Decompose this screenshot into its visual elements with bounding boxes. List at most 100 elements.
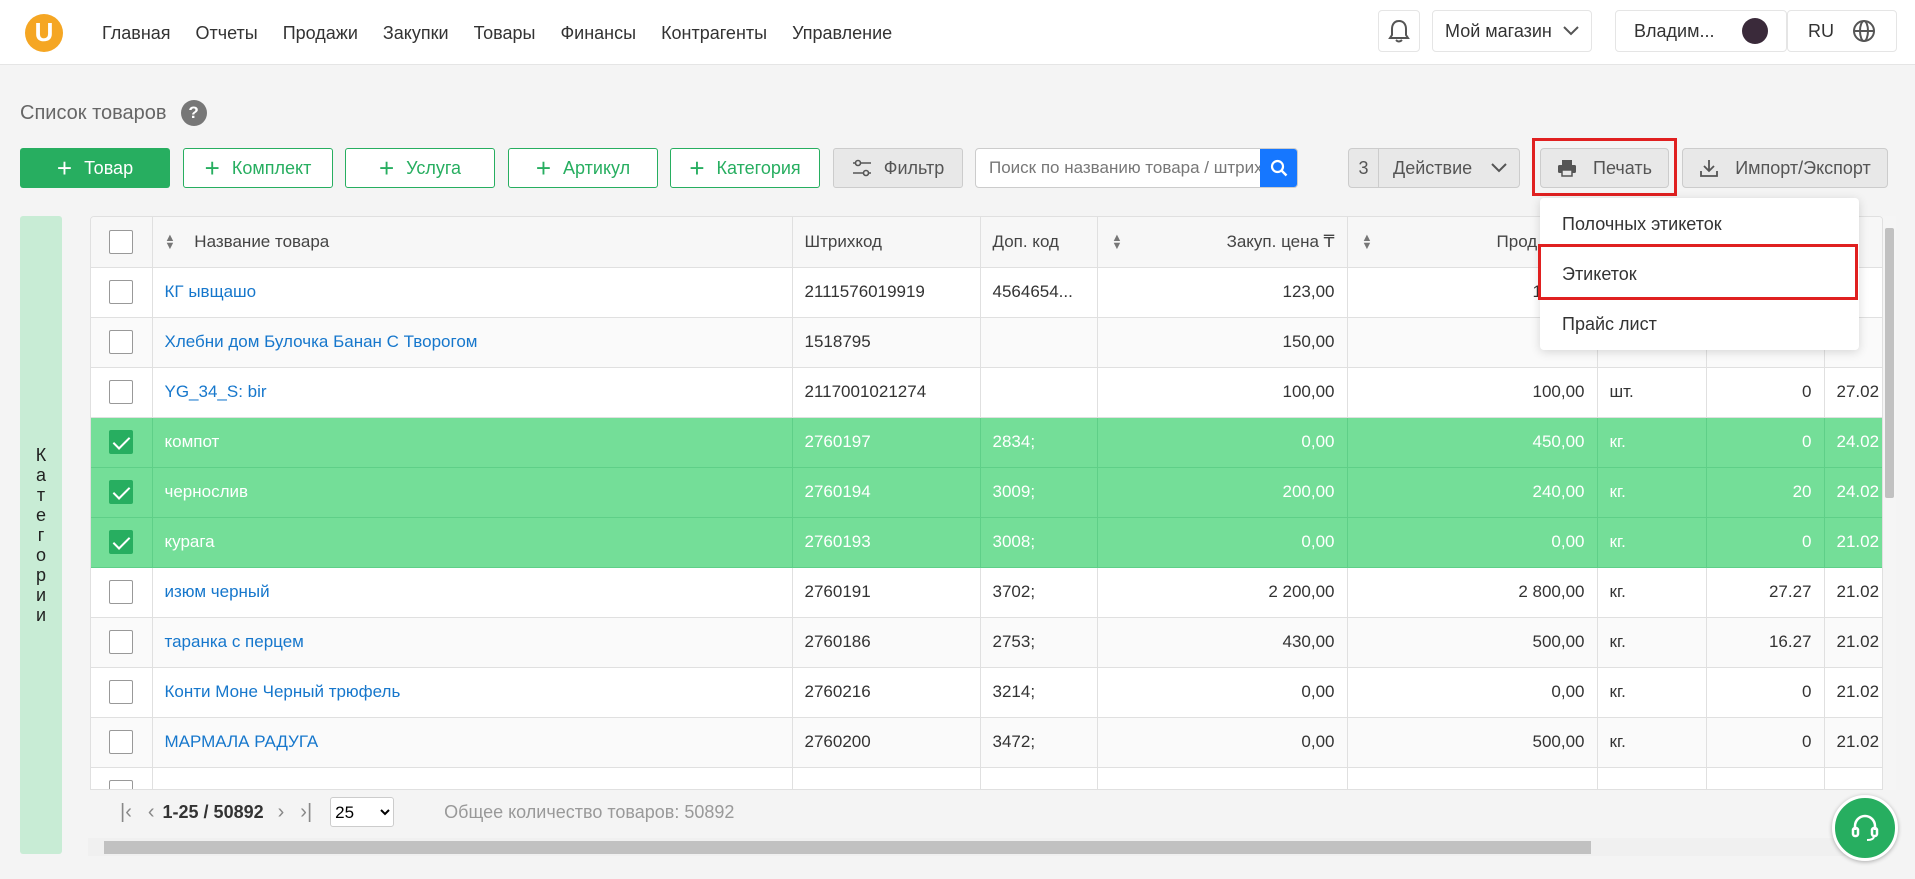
- bell-icon: [1388, 19, 1410, 43]
- first-page-icon[interactable]: |‹: [120, 801, 132, 824]
- horizontal-scrollbar-thumb[interactable]: [104, 841, 1591, 854]
- row-checkbox[interactable]: [109, 330, 134, 354]
- date-cell: 21.02: [1824, 567, 1882, 618]
- print-button[interactable]: Печать: [1540, 148, 1669, 188]
- nav-item-purchases[interactable]: Закупки: [383, 23, 449, 44]
- bulk-action-dropdown[interactable]: 3 Действие: [1348, 148, 1520, 188]
- row-checkbox[interactable]: [109, 530, 134, 554]
- plus-icon: +: [56, 153, 73, 183]
- search-input[interactable]: [976, 149, 1263, 187]
- stock-cell: 0: [1706, 367, 1825, 418]
- row-checkbox[interactable]: [109, 780, 134, 789]
- column-header-purchase-price[interactable]: ▲ ▼ Закуп. цена ₸: [1097, 217, 1348, 268]
- product-name-link[interactable]: КГ ывщашо: [165, 282, 257, 301]
- row-checkbox[interactable]: [109, 480, 134, 504]
- row-checkbox[interactable]: [109, 730, 134, 754]
- column-header-extra-code-label: Доп. код: [992, 231, 1059, 251]
- barcode-cell: 2760191: [792, 567, 981, 618]
- categories-letter: К: [35, 445, 47, 465]
- product-name-link[interactable]: курага: [165, 532, 215, 551]
- nav-item-sales[interactable]: Продажи: [283, 23, 358, 44]
- purchase-price-cell: 100,00: [1097, 367, 1348, 418]
- table-row[interactable]: компот 2760197 2834; 0,00 450,00 кг. 0 24.02: [91, 417, 1882, 468]
- sale-price-cell: 2 800,00: [1347, 567, 1598, 618]
- table-row[interactable]: курага 2760193 3008; 0,00 0,00 кг. 0 21.02: [91, 517, 1882, 568]
- row-checkbox[interactable]: [109, 280, 134, 304]
- menu-item-price-list[interactable]: Прайс лист: [1562, 314, 1657, 335]
- column-header-name[interactable]: ▲ ▼ Название товара: [152, 217, 793, 268]
- table-row[interactable]: таранка с перцем 2760186 2753; 430,00 500,00…: [91, 617, 1882, 668]
- product-name-cell: Хлебни дом Булочка Банан С Творогом: [152, 317, 793, 368]
- row-checkbox[interactable]: [109, 380, 134, 404]
- sort-icon: ▲ ▼: [164, 232, 176, 253]
- product-name-link[interactable]: Конти Моне Черный трюфель: [165, 682, 401, 701]
- avatar: [1742, 18, 1768, 44]
- add-article-button[interactable]: + Артикул: [508, 148, 658, 188]
- checkbox-cell: [91, 317, 153, 368]
- logo[interactable]: U: [25, 14, 63, 52]
- page-size-select[interactable]: 25: [330, 797, 395, 827]
- notifications-button[interactable]: [1378, 10, 1420, 52]
- stock-cell: 0: [1706, 667, 1825, 718]
- next-page-icon[interactable]: ›: [278, 801, 285, 824]
- add-category-button[interactable]: + Категория: [670, 148, 820, 188]
- user-menu[interactable]: Владим...: [1615, 10, 1787, 52]
- vertical-scrollbar-thumb[interactable]: [1885, 228, 1894, 498]
- checkbox-cell: [91, 367, 153, 418]
- language-code: RU: [1808, 20, 1834, 41]
- categories-sidebar-toggle[interactable]: К а т е г о р и и: [20, 216, 62, 854]
- product-name-link[interactable]: МАРМАЛА РАДУГА: [165, 732, 319, 751]
- table-row[interactable]: Конти Моне Черный трюфель 2760216 3214; 0,0…: [91, 667, 1882, 718]
- table-row[interactable]: изюм черный 2760191 3702; 2 200,00 2 800,00 к…: [91, 567, 1882, 618]
- filter-button[interactable]: Фильтр: [833, 148, 963, 188]
- table-row[interactable]: [91, 767, 1882, 789]
- row-checkbox[interactable]: [109, 430, 134, 454]
- row-checkbox[interactable]: [109, 630, 134, 654]
- row-checkbox[interactable]: [109, 680, 134, 704]
- product-name-link[interactable]: изюм черный: [165, 582, 270, 601]
- nav-item-finance[interactable]: Финансы: [560, 23, 636, 44]
- nav-item-home[interactable]: Главная: [102, 23, 171, 44]
- store-selector[interactable]: Мой магазин: [1432, 10, 1592, 52]
- table-row[interactable]: чернослив 2760194 3009; 200,00 240,00 кг. 20 24…: [91, 467, 1882, 518]
- nav-item-products[interactable]: Товары: [474, 23, 536, 44]
- last-page-icon[interactable]: ›|: [300, 801, 312, 824]
- product-name-link[interactable]: YG_34_S: bir: [165, 382, 267, 401]
- table-row[interactable]: YG_34_S: bir 2117001021274 100,00 100,00 шт.…: [91, 367, 1882, 418]
- add-product-button[interactable]: + Товар: [20, 148, 170, 188]
- checkbox-cell: [91, 767, 153, 789]
- product-name-link[interactable]: компот: [165, 432, 220, 451]
- nav-item-management[interactable]: Управление: [792, 23, 892, 44]
- row-checkbox[interactable]: [109, 580, 134, 604]
- date-cell: 21.02: [1824, 517, 1882, 568]
- table-row[interactable]: МАРМАЛА РАДУГА 2760200 3472; 0,00 500,00 кг. 0…: [91, 717, 1882, 768]
- search-button[interactable]: [1260, 149, 1297, 187]
- date-cell: 21.02: [1824, 717, 1882, 768]
- select-all-checkbox[interactable]: [109, 229, 134, 254]
- horizontal-scrollbar[interactable]: [88, 838, 1883, 856]
- page-range: 1-25 / 50892: [162, 801, 264, 822]
- extra-code-cell: [980, 317, 1098, 368]
- support-chat-button[interactable]: [1832, 795, 1898, 861]
- barcode-cell: 2760186: [792, 617, 981, 668]
- add-service-button[interactable]: + Услуга: [345, 148, 495, 188]
- nav-item-reports[interactable]: Отчеты: [196, 23, 258, 44]
- extra-code-cell: 3472;: [980, 717, 1098, 768]
- menu-item-shelf-labels[interactable]: Полочных этикеток: [1562, 214, 1722, 235]
- product-name-link[interactable]: Хлебни дом Булочка Банан С Творогом: [165, 332, 478, 351]
- vertical-scrollbar[interactable]: [1883, 216, 1896, 790]
- prev-page-icon[interactable]: ‹: [148, 801, 155, 824]
- extra-code-cell: 2834;: [980, 417, 1098, 468]
- product-name-link[interactable]: таранка с перцем: [165, 632, 304, 651]
- checkbox-cell: [91, 567, 153, 618]
- add-kit-button[interactable]: + Комплект: [183, 148, 333, 188]
- import-export-label: Импорт/Экспорт: [1735, 157, 1871, 178]
- import-export-button[interactable]: Импорт/Экспорт: [1682, 148, 1888, 188]
- product-name-link[interactable]: чернослив: [165, 482, 249, 501]
- nav-item-contractors[interactable]: Контрагенты: [661, 23, 767, 44]
- help-icon[interactable]: ?: [180, 100, 207, 126]
- user-name: Владим...: [1634, 20, 1715, 41]
- language-selector[interactable]: RU: [1787, 10, 1897, 52]
- add-category-label: Категория: [716, 157, 801, 178]
- stock-cell: 20: [1706, 467, 1825, 518]
